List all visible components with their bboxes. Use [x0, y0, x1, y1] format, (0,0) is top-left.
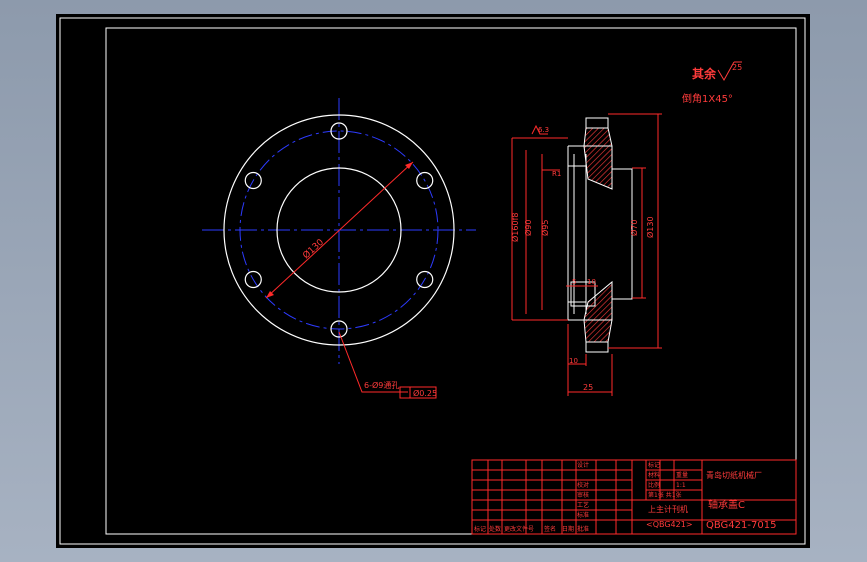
- hole-spec: Ø0.25: [413, 388, 437, 398]
- hub-outline: [612, 168, 633, 300]
- dim-outer-label: Ø160f8: [510, 213, 520, 242]
- roughness-value: 25: [732, 63, 742, 72]
- section-view: Ø160f8 Ø90 Ø95 Ø70 Ø130 6.3 R1 5 10 10 2…: [510, 113, 662, 396]
- engineering-drawing: 其余 25 倒角1X45° Ø130 6-Ø9通孔 Ø0.25 Ø160f8 Ø…: [59, 17, 806, 545]
- top-dim-label: 6.3: [538, 126, 549, 134]
- section-hatch-top: [583, 127, 613, 190]
- label-review: 审核: [577, 491, 589, 499]
- step-a-label: 5: [572, 278, 576, 286]
- company-name: 青岛切纸机械厂: [706, 470, 762, 480]
- pcd-label: Ø130: [301, 237, 327, 262]
- label-rev-sign: 签名: [544, 525, 556, 533]
- surface-finish-label: 其余: [692, 66, 717, 81]
- cad-viewport[interactable]: 其余 25 倒角1X45° Ø130 6-Ø9通孔 Ø0.25 Ø160f8 Ø…: [56, 14, 810, 548]
- length-label: 25: [583, 383, 593, 392]
- label-approve: 批准: [577, 525, 589, 533]
- assembly-code: <QBG421>: [646, 520, 693, 529]
- label-design: 设计: [577, 461, 589, 469]
- scale-value: 1:1: [676, 482, 686, 489]
- section-hatch-bottom: [583, 280, 613, 343]
- label-rev-mark: 标记: [474, 525, 486, 533]
- label-sheet: 第1张 共1张: [648, 491, 682, 499]
- dim-face-label: Ø130: [645, 216, 655, 238]
- dim-bore-label: Ø95: [540, 220, 550, 236]
- label-standard: 标准: [577, 511, 589, 519]
- label-check: 校对: [577, 481, 589, 489]
- part-name: 轴承盖C: [708, 498, 745, 511]
- label-rev-date: 日期: [562, 525, 574, 533]
- drawing-number: QBG421-7015: [706, 520, 776, 531]
- chamfer-note: 倒角1X45°: [682, 93, 733, 105]
- label-rev-count: 处数: [489, 525, 501, 533]
- label-weight: 重量: [676, 471, 688, 479]
- radius-label: R1: [552, 170, 561, 178]
- label-craft: 工艺: [577, 501, 589, 509]
- label-material: 材料: [648, 471, 660, 479]
- dim-hub-label: Ø70: [629, 220, 639, 236]
- assembly-name: 上主计刊机: [648, 504, 688, 514]
- hole-note: 6-Ø9通孔: [364, 380, 399, 390]
- bottom-dim-label: 10: [569, 357, 578, 365]
- front-view: Ø130 6-Ø9通孔 Ø0.25: [202, 98, 476, 399]
- label-ratio: 比例: [648, 481, 660, 489]
- dim-recess-label: Ø90: [523, 220, 533, 236]
- label-rev-doc: 更改文件号: [504, 525, 534, 533]
- label-mark: 标记: [648, 461, 660, 469]
- step-b-label: 10: [587, 278, 596, 286]
